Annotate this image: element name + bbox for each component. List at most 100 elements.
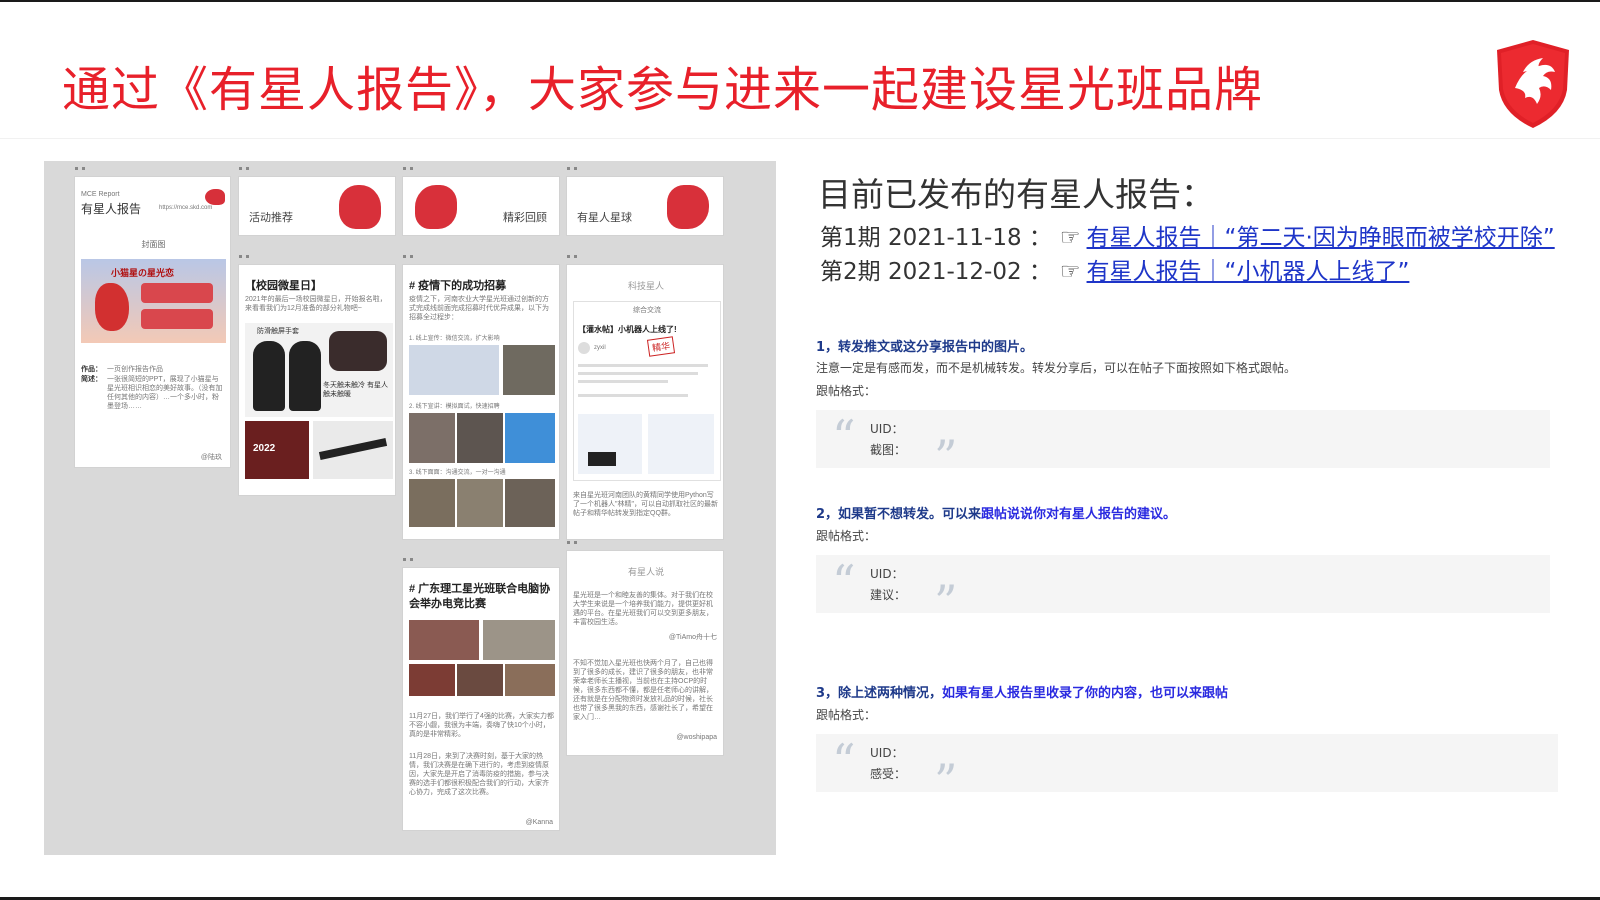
gloves-image: 防滑触屏手套 冬天触未触冷 有星人触未触暖 (245, 323, 393, 417)
photo (505, 479, 555, 527)
dragon-mascot-icon (415, 185, 457, 229)
tile-label: 有星人星球 (577, 212, 632, 224)
pen-image (313, 421, 393, 479)
report-url: https://mce.skd.com (159, 205, 213, 211)
pointing-hand-icon: ☞ (1059, 225, 1081, 251)
step-3-title: 3，除上述两种情况，如果有星人报告里收录了你的内容，也可以来跟帖 (816, 682, 1228, 701)
essence-badge: 精华 (646, 336, 676, 357)
text-line (578, 364, 708, 367)
gift-caption: 冬天触未触冷 有星人触未触暖 (323, 382, 388, 398)
desc-label: 简述： (81, 376, 102, 383)
calendar-year: 2022 (253, 443, 276, 454)
username: zyxil (594, 345, 606, 351)
voices-card[interactable]: 有星人说 星光班是一个和睦友善的集体。对于我们在校大学生来说是一个培养我们能力，… (566, 550, 724, 756)
card-text: 疫情之下，河南农业大学星光班通过创新的方式完成线前面完成招募时代优异成果，以下为… (409, 296, 549, 321)
card-handle (403, 167, 413, 173)
msi-dragon-shield-logo (1497, 40, 1569, 128)
step-highlight: 跟帖说说你对有星人报告的建议。 (981, 507, 1177, 522)
step-2-title: 2，如果暂不想转发。可以来跟帖说说你对有星人报告的建议。 (816, 503, 1176, 522)
close-quote-icon: ” (934, 430, 958, 484)
photo (409, 664, 455, 696)
testimonial: 不知不觉加入星光班也快两个月了，自己也得到了很多的成长，建识了很多的朋友，也非常… (573, 660, 713, 721)
issue-link-1[interactable]: 有星人报告｜“第二天·因为睁眼而被学校开除” (1087, 225, 1555, 251)
uid-field: UID： (870, 422, 904, 436)
campus-card[interactable]: 【校园微星日】 2021年的最后一场校园微星日，开始报名啦，来看看我们为12月准… (238, 264, 396, 496)
issue-link-2[interactable]: 有星人报告｜“小机器人上线了” (1087, 259, 1410, 285)
card-title: # 广东理工星光班联合电脑协会举办电竞比赛 (409, 583, 551, 610)
issue-row: 第2期 2021-12-02 ： ☞ 有星人报告｜“小机器人上线了” (820, 252, 1409, 286)
reply-format-box-1: “ UID： 截图： ” (816, 410, 1550, 480)
step-text: 3，除上述两种情况， (816, 686, 943, 701)
close-quote-icon: ” (934, 754, 958, 808)
avatar (578, 342, 590, 354)
reply-format-box-3: “ UID： 感受： ” (816, 734, 1558, 804)
post-title: 【灌水帖】小机器人上线了! (578, 325, 677, 334)
gift-caption: 防滑触屏手套 (257, 328, 299, 335)
tile-label: 精彩回顾 (503, 212, 547, 224)
tile-activity[interactable]: 活动推荐 (238, 176, 396, 236)
poster-title: 小猫星の星光恋 (111, 268, 175, 278)
signature: @woshipapa (676, 734, 717, 741)
glove-package-icon (329, 331, 387, 371)
tile-review[interactable]: 精彩回顾 (402, 176, 560, 236)
open-quote-icon: “ (832, 410, 856, 464)
forum-name: 综合交流 (633, 307, 661, 314)
poster-bubble (141, 283, 213, 303)
screenshot-field: 截图： (870, 443, 907, 457)
suggestion-field: 建议： (870, 588, 907, 602)
photo (409, 479, 455, 527)
photo (409, 620, 479, 660)
photo (457, 479, 503, 527)
step-text: 2，如果暂不想转发。可以来 (816, 507, 982, 522)
open-quote-icon: “ (832, 734, 856, 788)
guangdong-card[interactable]: # 广东理工星光班联合电脑协会举办电竞比赛 11月27日，我们举行了4强的比赛，… (402, 567, 560, 831)
format-label: 跟帖格式： (816, 529, 877, 543)
card-text: 2021年的最后一场校园微星日，开始报名啦，来看看我们为12月准备的部分礼物吧~ (245, 296, 387, 312)
section-label: 封面图 (141, 240, 166, 249)
text-line (578, 372, 698, 375)
tech-card[interactable]: 科技星人 综合交流 【灌水帖】小机器人上线了! 精华 zyxil 来自星光班河南… (566, 264, 724, 540)
step-caption: 1. 线上宣传：微信交流，扩大影响 (409, 336, 500, 342)
forum-screenshot: 综合交流 【灌水帖】小机器人上线了! 精华 zyxil (573, 301, 721, 481)
section-label: 科技星人 (627, 281, 664, 291)
text-line (578, 394, 688, 397)
step-highlight: 如果有星人报告里收录了你的内容，也可以来跟帖 (942, 686, 1229, 701)
author-value: 一页创作报告作品 (107, 366, 163, 373)
tile-planet[interactable]: 有星人星球 (566, 176, 724, 236)
dragon-mascot-icon (339, 185, 381, 229)
testimonial: 星光班是一个和睦友善的集体。对于我们在校大学生来说是一个培养我们能力，提供更好机… (573, 592, 713, 626)
uid-field: UID： (870, 746, 904, 760)
slide-title: 通过《有星人报告》，大家参与进来一起建设星光班品牌 (62, 62, 1264, 118)
dragon-mascot-icon (667, 185, 709, 229)
feeling-field: 感受： (870, 767, 907, 781)
step-1-note: 注意一定是有感而发，而不是机械转发。转发分享后，可以在帖子下面按照如下格式跟帖。 (816, 361, 1297, 375)
photo (503, 345, 555, 395)
photo (483, 620, 555, 660)
step-caption: 3. 线下面面：沟通交流，一对一沟通 (409, 470, 506, 476)
step-caption: 2. 线下宣讲：模拟面试，快速招聘 (409, 404, 500, 410)
pointing-hand-icon: ☞ (1059, 259, 1081, 285)
photo (457, 413, 503, 463)
top-border (0, 0, 1600, 2)
card-title: 【校园微星日】 (245, 280, 322, 292)
card-handle (567, 255, 577, 261)
issue-date: 第1期 2021-11-18 ： (820, 225, 1052, 251)
author-label: 作品： (81, 366, 102, 373)
reply-format-box-2: “ UID： 建议： ” (816, 555, 1550, 625)
brand-label: MCE Report (81, 191, 120, 198)
signature: @TiAmo舟十七 (668, 634, 717, 641)
issue-date: 第2期 2021-12-02 ： (820, 259, 1052, 285)
card-handle (403, 558, 413, 564)
card-handle (239, 255, 249, 261)
section-label: 有星人说 (627, 567, 664, 577)
poster-bubble (141, 309, 213, 329)
card-handle (75, 167, 85, 173)
close-quote-icon: ” (934, 575, 958, 629)
calendar-image: 2022 (245, 421, 309, 479)
format-label: 跟帖格式： (816, 708, 877, 722)
uid-field: UID： (870, 567, 904, 581)
recruit-card[interactable]: # 疫情下的成功招募 疫情之下，河南农业大学星光班通过创新的方式完成线前面完成招… (402, 264, 560, 540)
cover-card[interactable]: MCE Report 有星人报告 https://mce.skd.com 封面图… (74, 176, 231, 468)
text-line (578, 380, 668, 383)
step-1-title: 1，转发推文或这分享报告中的图片。 (816, 336, 1033, 355)
